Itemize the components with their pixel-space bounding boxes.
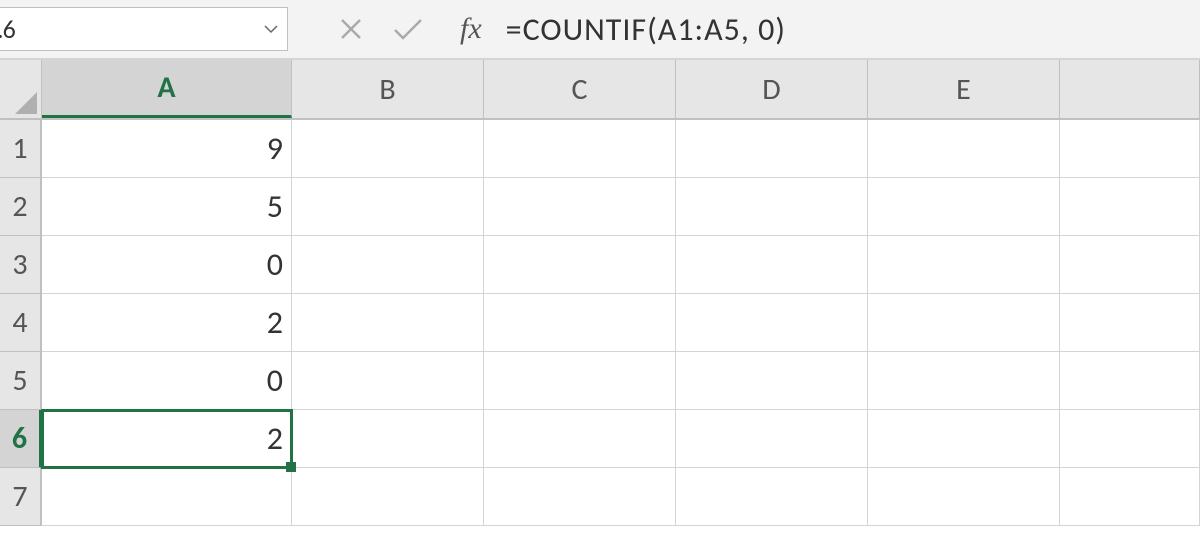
row-header-3[interactable]: 3 [0, 236, 42, 294]
cell-A1[interactable]: 9 [42, 120, 292, 178]
cells-grid: 9 5 0 2 [42, 120, 1200, 526]
row-header-2[interactable]: 2 [0, 178, 42, 236]
cell-D3[interactable] [676, 236, 868, 294]
cell-C6[interactable] [484, 410, 676, 468]
column-header-C[interactable]: C [484, 60, 676, 118]
cell-F3[interactable] [1060, 236, 1200, 294]
cell-F6[interactable] [1060, 410, 1200, 468]
sheet: A B C D E 1 2 3 4 5 6 7 9 5 [0, 60, 1200, 545]
cell-E1[interactable] [868, 120, 1060, 178]
cell-D6[interactable] [676, 410, 868, 468]
cell-F4[interactable] [1060, 294, 1200, 352]
row-3: 0 [42, 236, 1200, 294]
cell-A2[interactable]: 5 [42, 178, 292, 236]
cell-D7[interactable] [676, 468, 868, 526]
row-header-4[interactable]: 4 [0, 294, 42, 352]
cell-C2[interactable] [484, 178, 676, 236]
cell-B3[interactable] [292, 236, 484, 294]
cell-D1[interactable] [676, 120, 868, 178]
row-header-1[interactable]: 1 [0, 120, 42, 178]
row-header-6[interactable]: 6 [0, 410, 42, 468]
cell-A4[interactable]: 2 [42, 294, 292, 352]
cell-B4[interactable] [292, 294, 484, 352]
cell-D2[interactable] [676, 178, 868, 236]
cell-E3[interactable] [868, 236, 1060, 294]
row-4: 2 [42, 294, 1200, 352]
select-all-corner[interactable] [0, 60, 42, 120]
name-box-text: .6 [0, 13, 15, 45]
row-header-5[interactable]: 5 [0, 352, 42, 410]
column-headers: A B C D E [42, 60, 1200, 120]
column-header-D[interactable]: D [676, 60, 868, 118]
column-header-B[interactable]: B [292, 60, 484, 118]
formula-input[interactable]: =COUNTIF(A1:A5, 0) [506, 10, 786, 49]
fill-handle[interactable] [286, 462, 296, 472]
cell-B6[interactable] [292, 410, 484, 468]
chevron-down-icon[interactable] [263, 21, 279, 37]
cancel-icon[interactable] [338, 16, 364, 42]
cell-A5[interactable]: 0 [42, 352, 292, 410]
cell-B1[interactable] [292, 120, 484, 178]
cell-D4[interactable] [676, 294, 868, 352]
cell-B5[interactable] [292, 352, 484, 410]
cell-F7[interactable] [1060, 468, 1200, 526]
cell-F2[interactable] [1060, 178, 1200, 236]
cell-F1[interactable] [1060, 120, 1200, 178]
cell-E5[interactable] [868, 352, 1060, 410]
row-1: 9 [42, 120, 1200, 178]
cell-E6[interactable] [868, 410, 1060, 468]
cell-E7[interactable] [868, 468, 1060, 526]
row-headers: 1 2 3 4 5 6 7 [0, 120, 42, 526]
confirm-icon[interactable] [392, 16, 424, 42]
cell-F5[interactable] [1060, 352, 1200, 410]
formula-controls: fx [338, 12, 482, 46]
column-header-E[interactable]: E [868, 60, 1060, 118]
cell-E4[interactable] [868, 294, 1060, 352]
cell-A7[interactable] [42, 468, 292, 526]
cell-C4[interactable] [484, 294, 676, 352]
cell-D5[interactable] [676, 352, 868, 410]
cell-B7[interactable] [292, 468, 484, 526]
cell-C5[interactable] [484, 352, 676, 410]
cell-A3[interactable]: 0 [42, 236, 292, 294]
column-header-A[interactable]: A [42, 60, 292, 118]
formula-bar: .6 fx =COUNTIF(A1:A5, 0) [0, 0, 1200, 60]
row-header-7[interactable]: 7 [0, 468, 42, 526]
cell-C7[interactable] [484, 468, 676, 526]
cell-B2[interactable] [292, 178, 484, 236]
row-6: 2 [42, 410, 1200, 468]
cell-A6[interactable]: 2 [42, 410, 292, 468]
column-header-blank[interactable] [1060, 60, 1200, 118]
cell-E2[interactable] [868, 178, 1060, 236]
fx-label[interactable]: fx [460, 12, 482, 46]
name-box[interactable]: .6 [0, 7, 288, 51]
row-7 [42, 468, 1200, 526]
cell-C1[interactable] [484, 120, 676, 178]
cell-C3[interactable] [484, 236, 676, 294]
row-5: 0 [42, 352, 1200, 410]
row-2: 5 [42, 178, 1200, 236]
